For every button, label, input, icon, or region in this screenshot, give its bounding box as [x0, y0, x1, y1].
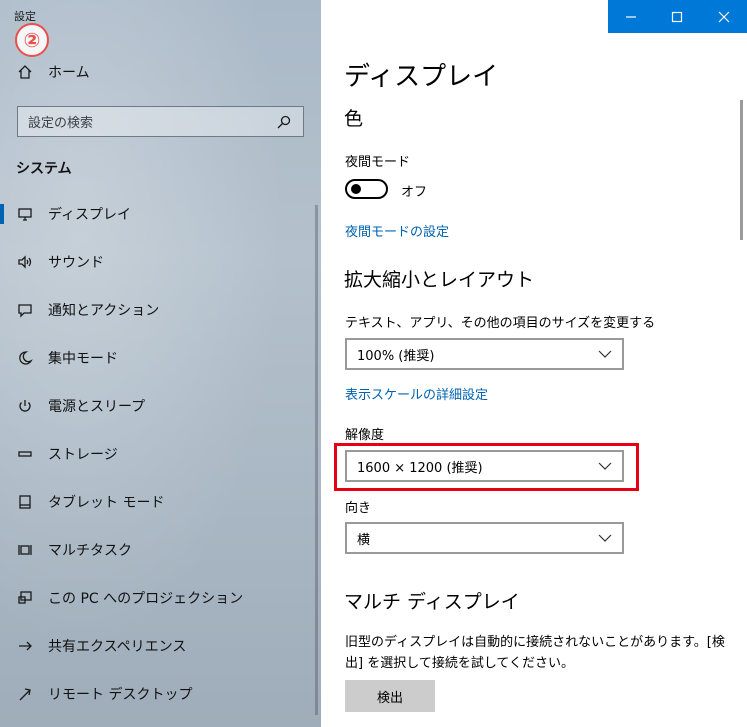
orientation-value: 横 [357, 532, 371, 548]
maximize-button[interactable] [654, 0, 700, 33]
chevron-down-icon [598, 534, 612, 542]
sidebar-home[interactable]: ホーム [16, 62, 90, 82]
scale-select[interactable]: 100% (推奨) [345, 338, 624, 370]
remote-desktop-icon [16, 685, 34, 703]
multi-display-text: 旧型のディスプレイは自動的に接続されないことがあります。[検出] を選択して接続… [345, 635, 725, 671]
maximize-icon [672, 11, 683, 22]
minimize-button[interactable] [608, 0, 654, 33]
sidebar-home-label: ホーム [48, 65, 90, 81]
scale-value: 100% (推奨) [357, 348, 435, 364]
night-mode-label: 夜間モード [345, 155, 411, 170]
search-icon[interactable] [275, 113, 293, 131]
sidebar-item-label: ストレージ [48, 447, 118, 463]
color-heading: 色 [344, 108, 364, 130]
sidebar-item-label: この PC へのプロジェクション [48, 591, 244, 607]
section-title: システム [16, 161, 72, 177]
sidebar-item-label: 集中モード [48, 351, 118, 367]
sidebar-item-label: サウンド [48, 255, 104, 271]
sidebar-item-label: タブレット モード [48, 495, 165, 511]
minimize-icon [626, 15, 637, 18]
night-mode-toggle[interactable] [345, 179, 388, 199]
home-icon [16, 63, 34, 81]
monitor-icon [16, 205, 34, 223]
sidebar-item-tablet[interactable]: タブレット モード [0, 478, 321, 526]
search-input[interactable]: 設定の検索 [17, 106, 304, 137]
sidebar-item-focus[interactable]: 集中モード [0, 334, 321, 382]
projection-icon [16, 589, 34, 607]
page-title: ディスプレイ [344, 62, 499, 92]
sidebar-item-label: ディスプレイ [48, 207, 132, 223]
sidebar-item-label: 通知とアクション [48, 303, 160, 319]
advanced-scale-link[interactable]: 表示スケールの詳細設定 [345, 384, 488, 403]
notification-icon [16, 301, 34, 319]
sidebar-item-display[interactable]: ディスプレイ [0, 190, 321, 238]
sidebar-item-power[interactable]: 電源とスリープ [0, 382, 321, 430]
sidebar-item-label: リモート デスクトップ [48, 687, 193, 703]
close-button[interactable] [701, 0, 747, 33]
detect-button[interactable]: 検出 [345, 680, 435, 712]
storage-icon [16, 445, 34, 463]
close-icon [718, 11, 730, 22]
orientation-select[interactable]: 横 [345, 522, 624, 554]
share-icon [16, 637, 34, 655]
sidebar-scrollbar[interactable] [315, 205, 318, 715]
orientation-label: 向き [345, 501, 372, 516]
sidebar-item-sound[interactable]: サウンド [0, 238, 321, 286]
sidebar-item-storage[interactable]: ストレージ [0, 430, 321, 478]
night-mode-state: オフ [401, 185, 428, 200]
resolution-select[interactable]: 1600 × 1200 (推奨) [345, 450, 624, 482]
scale-heading: 拡大縮小とレイアウト [344, 269, 535, 291]
main-scrollbar[interactable] [740, 100, 743, 240]
sidebar-item-projection[interactable]: この PC へのプロジェクション [0, 574, 321, 622]
sidebar-item-shared[interactable]: 共有エクスペリエンス [0, 622, 321, 670]
multitask-icon [16, 541, 34, 559]
window-controls [608, 0, 747, 33]
sidebar-item-label: 電源とスリープ [48, 399, 146, 415]
multi-display-heading: マルチ ディスプレイ [344, 591, 520, 613]
tablet-icon [16, 493, 34, 511]
sidebar-item-label: 共有エクスペリエンス [48, 639, 187, 655]
sidebar-item-label: マルチタスク [48, 543, 132, 559]
chevron-down-icon [598, 350, 612, 358]
resolution-value: 1600 × 1200 (推奨) [357, 460, 483, 476]
power-icon [16, 397, 34, 415]
sidebar: 設定 ② ホーム 設定の検索 システム ディスプレイ サウンド 通知とアクション… [0, 0, 321, 727]
speaker-icon [16, 253, 34, 271]
app-title: 設定 [14, 10, 36, 23]
sidebar-item-notifications[interactable]: 通知とアクション [0, 286, 321, 334]
main-content: ディスプレイ 色 夜間モード オフ 夜間モードの設定 拡大縮小とレイアウト テキ… [321, 0, 747, 727]
chevron-down-icon [598, 462, 612, 470]
toggle-knob [351, 184, 361, 194]
sidebar-item-remote[interactable]: リモート デスクトップ [0, 670, 321, 718]
scale-label: テキスト、アプリ、その他の項目のサイズを変更する [345, 316, 656, 331]
sidebar-item-multitask[interactable]: マルチタスク [0, 526, 321, 574]
resolution-label: 解像度 [345, 428, 385, 443]
step-badge: ② [15, 23, 49, 57]
sidebar-nav: ディスプレイ サウンド 通知とアクション 集中モード 電源とスリープ ストレージ… [0, 190, 321, 718]
search-placeholder: 設定の検索 [28, 116, 94, 131]
night-mode-settings-link[interactable]: 夜間モードの設定 [345, 221, 449, 240]
moon-icon [16, 349, 34, 367]
